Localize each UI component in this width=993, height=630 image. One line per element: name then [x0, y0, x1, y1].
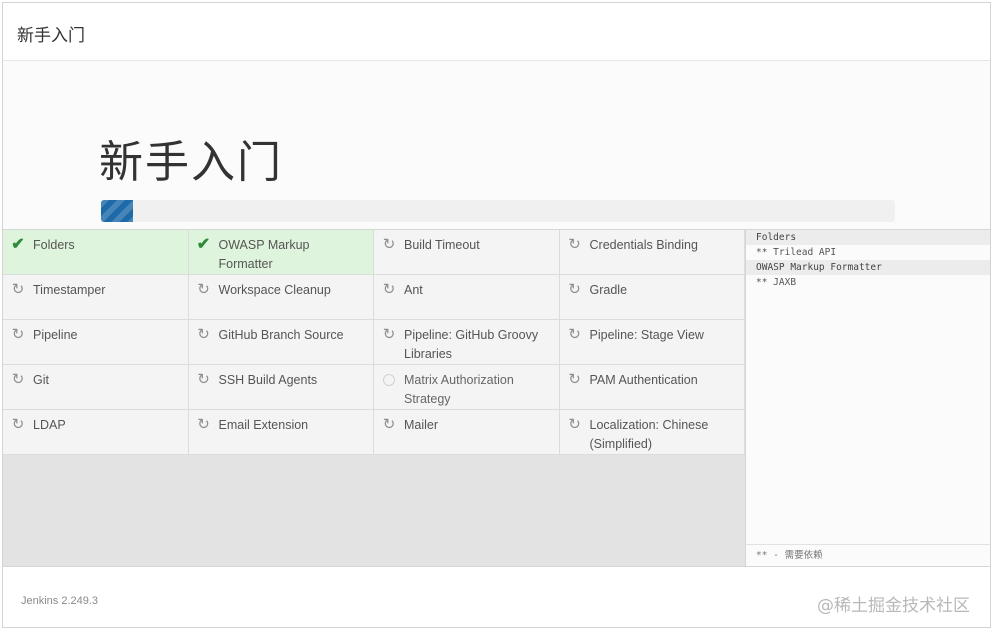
refresh-icon: ↻	[568, 416, 581, 433]
plugin-name: Folders	[33, 238, 75, 252]
plugin-name: Build Timeout	[404, 238, 480, 252]
plugin-item: ↻ PAM Authentication	[559, 365, 745, 410]
refresh-icon: ↻	[11, 416, 25, 433]
plugin-name: Pipeline: Stage View	[589, 328, 704, 342]
setup-wizard-window: 新手入门 新手入门 ✔ Folders ✔ OWASP Markup Formatte…	[2, 2, 991, 628]
plugin-item: ✔ OWASP Markup Formatter	[188, 230, 374, 275]
refresh-icon: ↻	[568, 326, 581, 343]
log-line: OWASP Markup Formatter	[746, 260, 990, 275]
refresh-icon: ↻	[568, 281, 581, 298]
plugin-grid: ✔ Folders ✔ OWASP Markup Formatter ↻ Build Ti…	[3, 230, 745, 455]
plugin-item: ↻ Build Timeout	[374, 230, 560, 275]
plugin-item: ↻ Git	[3, 365, 189, 410]
header: 新手入门	[3, 3, 990, 61]
plugin-item: Matrix Authorization Strategy	[374, 365, 560, 410]
refresh-icon: ↻	[382, 236, 396, 253]
log-line: Folders	[746, 230, 990, 245]
check-icon: ✔	[11, 236, 25, 253]
page-title: 新手入门	[99, 137, 283, 188]
plugin-name: Matrix Authorization Strategy	[404, 373, 514, 406]
refresh-icon: ↻	[382, 281, 396, 298]
plugin-name: Workspace Cleanup	[218, 283, 331, 297]
plugin-item: ↻ Timestamper	[3, 275, 189, 320]
plugin-name: Localization: Chinese (Simplified)	[589, 418, 709, 451]
plugin-item: ↻ Mailer	[374, 410, 560, 455]
install-progress-bar	[101, 200, 895, 222]
plugin-name: Credentials Binding	[589, 238, 698, 252]
plugin-item: ↻ SSH Build Agents	[188, 365, 374, 410]
refresh-icon: ↻	[11, 326, 25, 343]
install-progress-fill	[101, 200, 133, 222]
plugin-item: ↻ Credentials Binding	[559, 230, 745, 275]
plugin-name: Pipeline: GitHub Groovy Libraries	[404, 328, 539, 361]
install-log-panel: Folders ** Trilead API OWASP Markup Format…	[745, 229, 990, 566]
refresh-icon: ↻	[197, 281, 210, 298]
plugin-name: Ant	[404, 283, 423, 297]
plugin-name: Email Extension	[218, 418, 309, 432]
plugin-item: ↻ Localization: Chinese (Simplified)	[559, 410, 745, 455]
header-title: 新手入门	[17, 26, 85, 46]
plugin-name: PAM Authentication	[589, 373, 698, 387]
refresh-icon: ↻	[197, 371, 210, 388]
refresh-icon: ↻	[382, 326, 396, 343]
plugin-item: ↻ Pipeline: GitHub Groovy Libraries	[374, 320, 560, 365]
refresh-icon: ↻	[568, 236, 581, 253]
refresh-icon: ↻	[568, 371, 581, 388]
refresh-icon: ↻	[197, 416, 210, 433]
plugin-name: Pipeline	[33, 328, 78, 342]
log-line: ** Trilead API	[756, 247, 837, 258]
install-log: Folders ** Trilead API OWASP Markup Format…	[746, 230, 990, 290]
plugin-item: ↻ Gradle	[559, 275, 745, 320]
log-legend: ** - 需要依赖	[746, 544, 990, 566]
plugin-item: ✔ Folders	[3, 230, 189, 275]
footer: Jenkins 2.249.3 @稀土掘金技术社区	[3, 566, 990, 627]
plugin-list-area: ✔ Folders ✔ OWASP Markup Formatter ↻ Build Ti…	[3, 229, 745, 566]
plugin-name: OWASP Markup Formatter	[218, 238, 310, 271]
plugin-item: ↻ LDAP	[3, 410, 189, 455]
plugin-item: ↻ GitHub Branch Source	[188, 320, 374, 365]
watermark: @稀土掘金技术社区	[817, 596, 970, 616]
plugin-name: Mailer	[404, 418, 439, 432]
plugin-item: ↻ Email Extension	[188, 410, 374, 455]
plugin-item: ↻ Workspace Cleanup	[188, 275, 374, 320]
plugin-name: Timestamper	[33, 283, 106, 297]
version-label: Jenkins 2.249.3	[21, 595, 99, 607]
log-line: ** JAXB	[756, 277, 797, 288]
plugin-name: Git	[33, 373, 49, 387]
refresh-icon: ↻	[382, 416, 396, 433]
plugin-item: ↻ Pipeline	[3, 320, 189, 365]
refresh-icon: ↻	[197, 326, 210, 343]
refresh-icon: ↻	[11, 371, 25, 388]
refresh-icon: ↻	[11, 281, 25, 298]
pending-circle-icon	[383, 374, 395, 386]
hero: 新手入门	[3, 61, 990, 229]
plugin-name: Gradle	[589, 283, 628, 297]
check-icon: ✔	[196, 236, 211, 253]
plugin-item: ↻ Pipeline: Stage View	[559, 320, 745, 365]
plugin-name: LDAP	[33, 418, 66, 432]
plugin-item: ↻ Ant	[374, 275, 560, 320]
plugin-name: GitHub Branch Source	[218, 328, 344, 342]
plugin-name: SSH Build Agents	[218, 373, 318, 387]
